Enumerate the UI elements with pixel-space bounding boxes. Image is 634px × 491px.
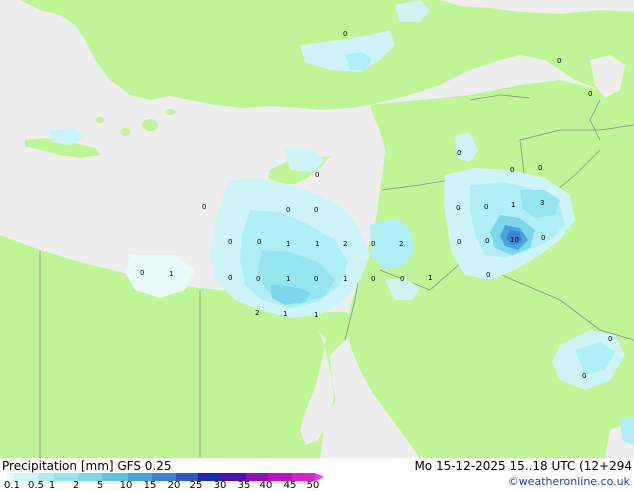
- map-label: 1: [286, 240, 290, 248]
- map-label: 0: [486, 271, 490, 279]
- map-label: 0: [582, 372, 586, 380]
- map-label: 2: [343, 240, 347, 248]
- map-label: 0: [457, 238, 461, 246]
- map-label: 1: [511, 201, 515, 209]
- map-label: 0: [314, 275, 318, 283]
- map-label: 0: [315, 171, 319, 179]
- map-footer: Precipitation [mm] GFS 0.25 Mo 15-12-202…: [0, 458, 634, 491]
- map-label: 1: [169, 270, 173, 278]
- map-label: 0: [485, 237, 489, 245]
- map-label: 0: [541, 234, 545, 242]
- run-info: Mo 15-12-2025 15..18 UTC (12+294: [414, 459, 632, 473]
- map-label: 1: [286, 275, 290, 283]
- map-label: 0: [256, 275, 260, 283]
- map-label: 0: [608, 335, 612, 343]
- map-label: 0: [343, 30, 347, 38]
- precipitation-map: 0 0 0 0 0 0 0 0 0 0 0 1 0 0 1 1 2 0 2 3 …: [0, 0, 634, 458]
- map-label: 1: [315, 240, 319, 248]
- map-label: 0: [538, 164, 542, 172]
- map-label: 3: [540, 199, 544, 207]
- map-label: 0: [457, 149, 461, 157]
- map-title: Precipitation [mm] GFS 0.25: [2, 459, 172, 473]
- map-label: 0: [257, 238, 261, 246]
- map-label: 1: [343, 275, 347, 283]
- map-label: 0: [202, 203, 206, 211]
- map-label: 0: [228, 274, 232, 282]
- map-label: 1: [283, 310, 287, 318]
- map-label: 0: [286, 206, 290, 214]
- map-label: 0: [456, 204, 460, 212]
- map-label: 2: [255, 309, 259, 317]
- map-label: 0: [588, 90, 592, 98]
- map-label: 0: [228, 238, 232, 246]
- map-label: 0: [510, 166, 514, 174]
- map-label: 1: [314, 311, 318, 319]
- map-label: 10: [510, 236, 519, 244]
- map-label: 0: [371, 240, 375, 248]
- map-label: 0: [140, 269, 144, 277]
- map-label: 0: [371, 275, 375, 283]
- map-label: 0: [314, 206, 318, 214]
- map-label: 2: [399, 240, 403, 248]
- map-label: 0: [484, 203, 488, 211]
- map-label: 0: [400, 275, 404, 283]
- map-label: 1: [428, 274, 432, 282]
- map-label: 0: [557, 57, 561, 65]
- credit-link[interactable]: ©weatheronline.co.uk: [508, 475, 630, 489]
